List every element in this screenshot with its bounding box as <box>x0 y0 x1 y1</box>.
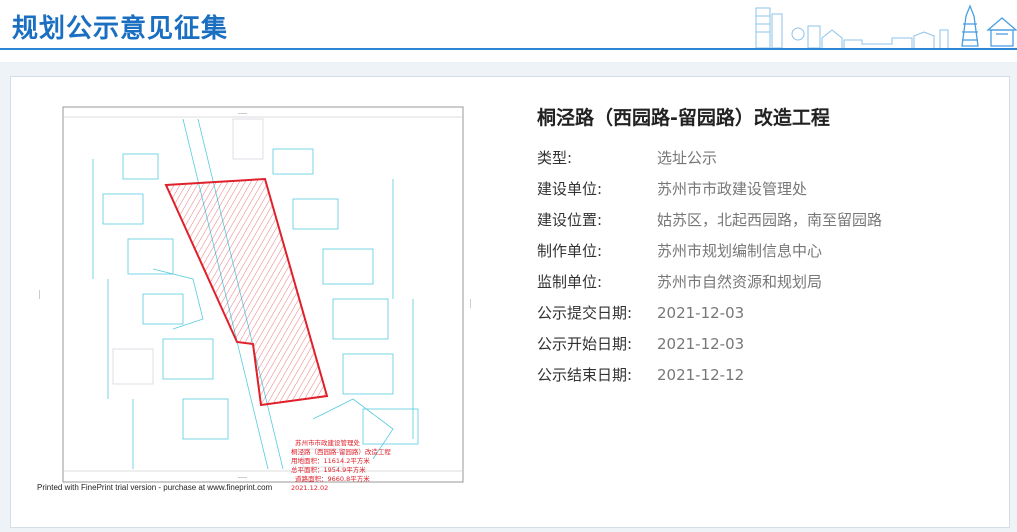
field-value: 苏州市规划编制信息中心 <box>657 242 823 260</box>
project-card: ——— ——— ——— ——— 苏州市市政建设管理处 桐泾路（西园路-留园路）改… <box>10 76 1010 528</box>
legend-line: 2021.12.02 <box>291 484 328 492</box>
project-title: 桐泾路（西园路-留园路）改造工程 <box>537 107 830 129</box>
info-row-submit-date: 公示提交日期: 2021-12-03 <box>537 297 987 328</box>
info-row-start-date: 公示开始日期: 2021-12-03 <box>537 328 987 359</box>
field-label: 类型: <box>537 149 573 167</box>
field-value: 2021-12-03 <box>657 334 745 353</box>
legend-line: 用地面积：11614.2平方米 <box>291 456 370 465</box>
field-value: 2021-12-12 <box>657 365 745 384</box>
info-row-type: 类型: 选址公示 <box>537 142 987 173</box>
field-value: 姑苏区，北起西园路，南至留园路 <box>657 211 883 229</box>
field-value: 苏州市自然资源和规划局 <box>657 273 823 291</box>
legend-line: 总平面积：1954.9平方米 <box>291 465 366 474</box>
field-value: 选址公示 <box>657 149 718 167</box>
field-label: 建设单位: <box>537 180 603 198</box>
field-label: 公示提交日期: <box>537 304 633 322</box>
city-skyline-icon <box>755 4 1017 48</box>
page-title: 规划公示意见征集 <box>12 14 229 44</box>
field-label: 公示开始日期: <box>537 335 633 353</box>
field-label: 建设位置: <box>537 211 603 229</box>
svg-text:———: ——— <box>467 299 473 309</box>
svg-text:———: ——— <box>238 475 248 481</box>
field-label: 制作单位: <box>537 242 603 260</box>
content-background: ——— ——— ——— ——— 苏州市市政建设管理处 桐泾路（西园路-留园路）改… <box>0 62 1017 532</box>
legend-line: 苏州市市政建设管理处 <box>295 438 361 447</box>
site-plan-drawing[interactable]: ——— ——— ——— ——— 苏州市市政建设管理处 桐泾路（西园路-留园路）改… <box>33 99 473 499</box>
info-row-supervisor: 监制单位: 苏州市自然资源和规划局 <box>537 266 987 297</box>
legend-line: 道路面积：9660.8平方米 <box>295 474 370 483</box>
field-label: 监制单位: <box>537 273 603 291</box>
info-row-end-date: 公示结束日期: 2021-12-12 <box>537 359 987 390</box>
field-value: 苏州市市政建设管理处 <box>657 180 808 198</box>
print-note: Printed with FinePrint trial version - p… <box>37 483 273 492</box>
project-info: 桐泾路（西园路-留园路）改造工程 类型: 选址公示 建设单位: 苏州市市政建设管… <box>537 103 987 390</box>
page-header: 规划公示意见征集 <box>0 0 1017 50</box>
field-value: 2021-12-03 <box>657 303 745 322</box>
info-row-location: 建设位置: 姑苏区，北起西园路，南至留园路 <box>537 204 987 235</box>
info-row-producer: 制作单位: 苏州市规划编制信息中心 <box>537 235 987 266</box>
field-label: 公示结束日期: <box>537 366 633 384</box>
info-row-builder: 建设单位: 苏州市市政建设管理处 <box>537 173 987 204</box>
svg-text:———: ——— <box>37 289 43 299</box>
legend-line: 桐泾路（西园路-留园路）改造工程 <box>291 447 391 456</box>
svg-text:———: ——— <box>238 111 248 117</box>
